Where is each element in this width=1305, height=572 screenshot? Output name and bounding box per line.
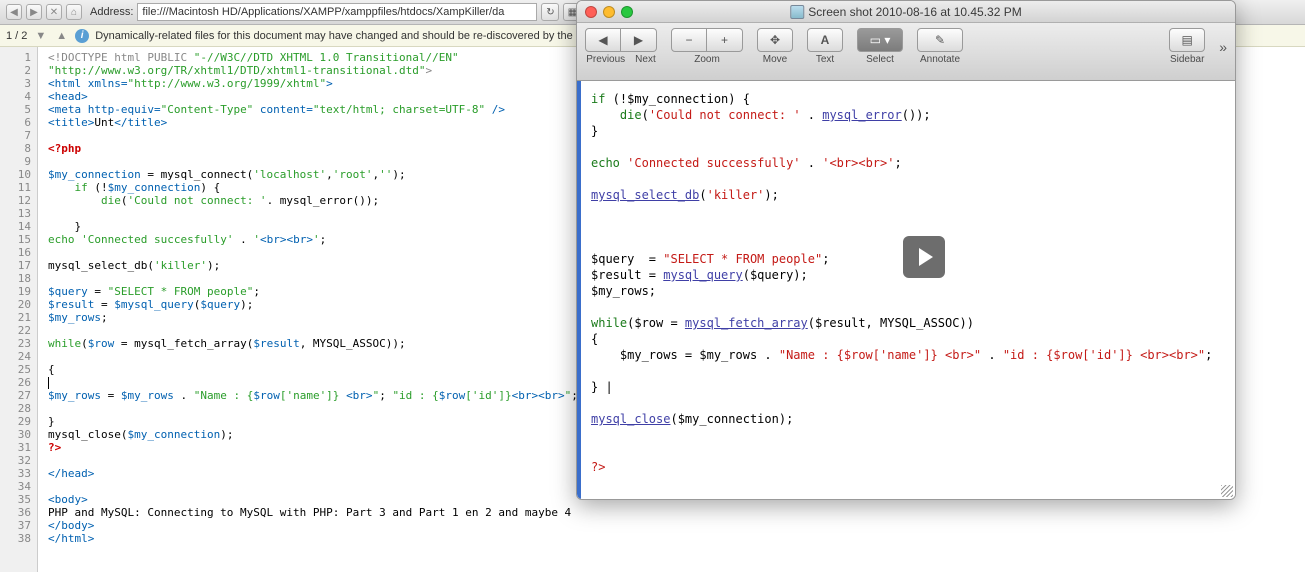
annotate-button[interactable]: ✎ bbox=[917, 28, 963, 52]
nav-group: ◀ ▶ Previous Next bbox=[585, 28, 657, 65]
move-label: Move bbox=[763, 54, 787, 65]
pager-down-icon[interactable]: ▼ bbox=[33, 30, 48, 42]
next-button[interactable]: ▶ bbox=[621, 28, 657, 52]
image-file-icon bbox=[790, 5, 804, 19]
info-icon: i bbox=[75, 29, 89, 43]
select-button[interactable]: ▭ ▾ bbox=[857, 28, 903, 52]
preview-window: Screen shot 2010-08-16 at 10.45.32 PM ◀ … bbox=[576, 0, 1236, 500]
close-icon[interactable] bbox=[585, 6, 597, 18]
resize-handle-icon[interactable] bbox=[1221, 485, 1233, 497]
overflow-icon[interactable]: » bbox=[1219, 39, 1227, 55]
play-icon bbox=[919, 248, 933, 266]
window-title-text: Screen shot 2010-08-16 at 10.45.32 PM bbox=[808, 5, 1021, 19]
select-label: Select bbox=[866, 54, 894, 65]
text-button[interactable]: A bbox=[807, 28, 843, 52]
sidebar-button[interactable]: ▤ bbox=[1169, 28, 1205, 52]
sidebar-label: Sidebar bbox=[1170, 54, 1204, 65]
reload-button[interactable]: ↻ bbox=[541, 3, 559, 21]
zoom-out-button[interactable]: − bbox=[671, 28, 707, 52]
forward-button[interactable]: ▶ bbox=[26, 4, 42, 20]
stop-button[interactable]: ✕ bbox=[46, 4, 62, 20]
traffic-lights bbox=[585, 6, 633, 18]
next-label: Next bbox=[635, 54, 656, 65]
window-titlebar[interactable]: Screen shot 2010-08-16 at 10.45.32 PM bbox=[577, 1, 1235, 23]
play-button[interactable] bbox=[903, 236, 945, 278]
text-label: Text bbox=[816, 54, 834, 65]
previous-label: Previous bbox=[586, 54, 625, 65]
annotate-label: Annotate bbox=[920, 54, 960, 65]
zoom-in-button[interactable]: + bbox=[707, 28, 743, 52]
preview-toolbar: ◀ ▶ Previous Next − + Zoom ✥ Move A Text… bbox=[577, 23, 1235, 81]
pager-up-icon[interactable]: ▲ bbox=[54, 30, 69, 42]
info-message: Dynamically-related files for this docum… bbox=[95, 30, 596, 42]
previous-button[interactable]: ◀ bbox=[585, 28, 621, 52]
search-pager: 1 / 2 bbox=[6, 30, 27, 42]
address-label: Address: bbox=[90, 6, 133, 18]
move-button[interactable]: ✥ bbox=[757, 28, 793, 52]
home-button[interactable]: ⌂ bbox=[66, 4, 82, 20]
address-input[interactable] bbox=[137, 3, 537, 21]
line-gutter: 1234567891011121314151617181920212223242… bbox=[0, 47, 38, 572]
zoom-icon[interactable] bbox=[621, 6, 633, 18]
minimize-icon[interactable] bbox=[603, 6, 615, 18]
back-button[interactable]: ◀ bbox=[6, 4, 22, 20]
window-title: Screen shot 2010-08-16 at 10.45.32 PM bbox=[790, 5, 1021, 19]
zoom-label: Zoom bbox=[694, 54, 720, 65]
preview-body[interactable]: if (!$my_connection) { die('Could not co… bbox=[577, 81, 1235, 499]
